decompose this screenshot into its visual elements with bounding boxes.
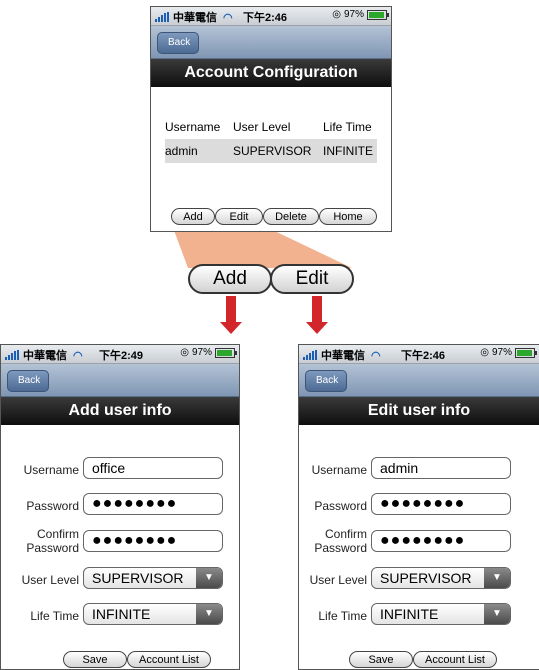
carrier-name: 中華電信 <box>173 12 217 24</box>
home-button[interactable]: Home <box>319 208 377 225</box>
account-config-screen: 中華電信 ◠ 下午2:46 ◎ 97% Back Account Configu… <box>150 6 392 232</box>
clock: 下午2:46 <box>243 12 288 24</box>
user-level-select[interactable]: SUPERVISOR ▼ <box>83 567 223 589</box>
confirm-password-label: Confirm Password <box>26 527 79 555</box>
back-button[interactable]: Back <box>157 32 200 54</box>
column-header-user-level: User Level <box>233 120 291 134</box>
page-title: Add user info <box>1 397 239 425</box>
wifi-icon: ◠ <box>371 349 381 362</box>
column-header-username: Username <box>165 120 221 134</box>
confirm-password-input[interactable]: ●●●●●●●● <box>83 530 223 552</box>
confirm-password-input[interactable]: ●●●●●●●● <box>371 530 511 552</box>
wifi-icon: ◠ <box>73 349 83 362</box>
user-level-select[interactable]: SUPERVISOR ▼ <box>371 567 511 589</box>
carrier-name: 中華電信 <box>321 350 365 362</box>
wifi-icon: ◠ <box>223 11 233 24</box>
account-list-button[interactable]: Account List <box>413 651 497 668</box>
account-table: Username User Level Life Time admin SUPE… <box>165 115 377 163</box>
add-callout-button: Add <box>188 264 272 294</box>
arrow-to-add-icon <box>220 296 242 334</box>
cell-username: admin <box>165 144 198 158</box>
back-button[interactable]: Back <box>305 370 348 392</box>
carrier-name: 中華電信 <box>23 350 67 362</box>
nav-bar: Back <box>151 26 391 59</box>
password-label: Password <box>26 499 79 513</box>
battery-percent: 97% <box>191 347 212 358</box>
back-button[interactable]: Back <box>7 370 50 392</box>
confirm-password-label: Confirm Password <box>314 527 367 555</box>
alarm-icon: ◎ <box>480 347 489 358</box>
username-label: Username <box>23 463 79 477</box>
delete-button[interactable]: Delete <box>263 208 319 225</box>
table-row[interactable]: admin SUPERVISOR INFINITE <box>165 139 377 163</box>
username-label: Username <box>311 463 367 477</box>
password-label: Password <box>314 499 367 513</box>
signal-icon <box>5 350 19 360</box>
signal-icon <box>303 350 317 360</box>
signal-icon <box>155 12 169 22</box>
save-button[interactable]: Save <box>349 651 413 668</box>
column-header-life-time: Life Time <box>323 120 372 134</box>
life-time-label: Life Time <box>30 609 79 623</box>
life-time-select[interactable]: INFINITE ▼ <box>371 603 511 625</box>
arrow-to-edit-icon <box>306 296 328 334</box>
alarm-icon: ◎ <box>332 9 341 20</box>
save-button[interactable]: Save <box>63 651 127 668</box>
dropdown-arrow-icon: ▼ <box>484 604 510 624</box>
clock: 下午2:49 <box>99 350 144 362</box>
cell-life-time: INFINITE <box>323 144 373 158</box>
edit-callout-button: Edit <box>270 264 354 294</box>
username-input[interactable]: admin <box>371 457 511 479</box>
dropdown-arrow-icon: ▼ <box>196 604 222 624</box>
cell-user-level: SUPERVISOR <box>233 144 312 158</box>
account-list-button[interactable]: Account List <box>127 651 211 668</box>
username-input[interactable]: office <box>83 457 223 479</box>
status-bar: 中華電信 ◠ 下午2:46 ◎ 97% <box>299 345 539 364</box>
edit-button[interactable]: Edit <box>215 208 263 225</box>
battery-icon <box>215 347 237 358</box>
password-input[interactable]: ●●●●●●●● <box>83 493 223 515</box>
battery-percent: 97% <box>343 9 364 20</box>
battery-icon <box>515 347 537 358</box>
status-bar: 中華電信 ◠ 下午2:49 ◎ 97% <box>1 345 239 364</box>
password-input[interactable]: ●●●●●●●● <box>371 493 511 515</box>
status-bar: 中華電信 ◠ 下午2:46 ◎ 97% <box>151 7 391 26</box>
page-title: Edit user info <box>299 397 539 425</box>
add-user-screen: 中華電信 ◠ 下午2:49 ◎ 97% Back Add user info U… <box>0 344 240 670</box>
table-header: Username User Level Life Time <box>165 115 377 139</box>
clock: 下午2:46 <box>401 350 446 362</box>
battery-icon <box>367 9 389 20</box>
edit-user-screen: 中華電信 ◠ 下午2:46 ◎ 97% Back Edit user info … <box>298 344 539 670</box>
life-time-select[interactable]: INFINITE ▼ <box>83 603 223 625</box>
nav-bar: Back <box>1 364 239 397</box>
alarm-icon: ◎ <box>180 347 189 358</box>
battery-percent: 97% <box>491 347 512 358</box>
life-time-label: Life Time <box>318 609 367 623</box>
page-title: Account Configuration <box>151 59 391 87</box>
add-button[interactable]: Add <box>171 208 215 225</box>
user-level-label: User Level <box>309 573 367 587</box>
dropdown-arrow-icon: ▼ <box>196 568 222 588</box>
dropdown-arrow-icon: ▼ <box>484 568 510 588</box>
nav-bar: Back <box>299 364 539 397</box>
user-level-label: User Level <box>21 573 79 587</box>
